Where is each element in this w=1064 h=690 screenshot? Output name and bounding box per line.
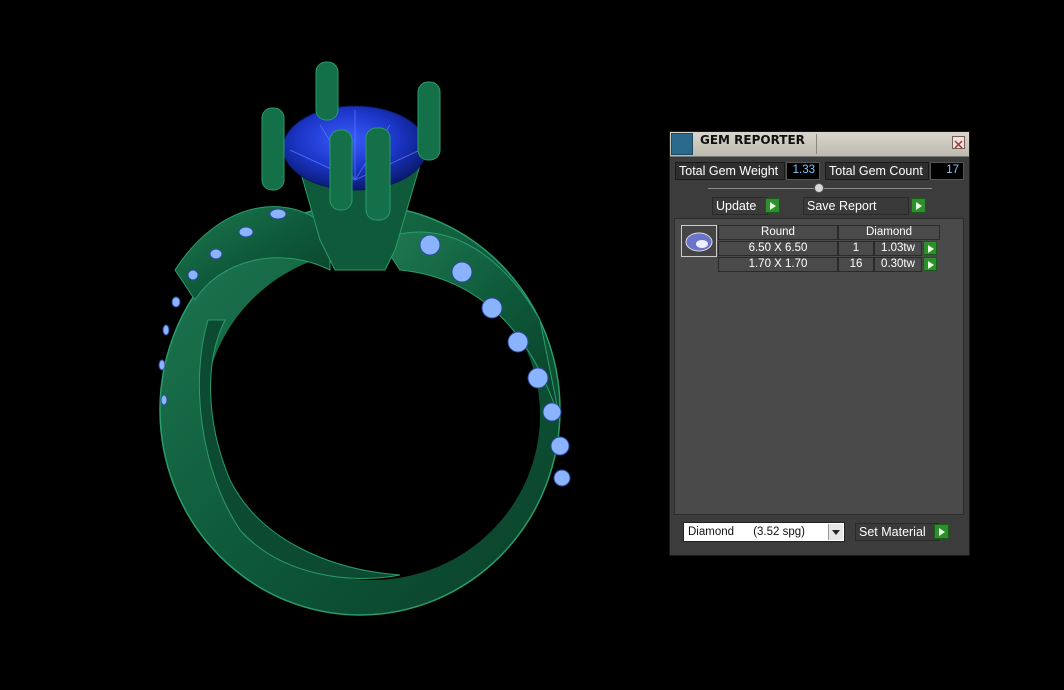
gem-reporter-app-icon	[671, 133, 693, 155]
total-gem-count-value: 17	[930, 162, 964, 180]
update-go-arrow-icon[interactable]	[765, 198, 780, 213]
set-material-button[interactable]: Set Material	[855, 523, 939, 541]
update-button[interactable]: Update	[712, 197, 768, 215]
gem-size-cell: 6.50 X 6.50	[718, 241, 838, 256]
title-separator	[816, 134, 817, 154]
save-report-button[interactable]: Save Report	[803, 197, 909, 215]
close-icon[interactable]	[952, 136, 965, 149]
gem-count-cell: 16	[838, 257, 874, 272]
material-select-value: Diamond (3.52 spg)	[688, 526, 805, 538]
prong	[417, 81, 441, 161]
gem-material-header: Diamond	[838, 225, 940, 240]
prong	[329, 129, 353, 211]
panel-titlebar[interactable]: GEM REPORTER	[670, 132, 969, 157]
row-go-arrow-icon[interactable]	[923, 241, 937, 255]
total-gem-weight-value: 1.33	[786, 162, 820, 180]
slider-knob[interactable]	[814, 183, 824, 193]
gem-size-cell: 1.70 X 1.70	[718, 257, 838, 272]
gem-weight-cell: 1.03tw	[874, 241, 922, 256]
gem-list[interactable]: Round Diamond 6.50 X 6.50 1 1.03tw 1.70 …	[674, 218, 964, 515]
material-select[interactable]: Diamond (3.52 spg)	[683, 522, 845, 542]
set-material-go-arrow-icon[interactable]	[934, 524, 949, 539]
prong	[365, 127, 391, 221]
total-gem-weight-label: Total Gem Weight	[675, 162, 785, 180]
gem-shape-header: Round	[718, 225, 838, 240]
gem-thumbnail-icon[interactable]	[681, 225, 717, 257]
gem-reporter-panel: GEM REPORTER Total Gem Weight 1.33 Total…	[669, 131, 970, 556]
panel-title: GEM REPORTER	[700, 133, 805, 147]
prong	[261, 107, 285, 191]
total-gem-count-label: Total Gem Count	[825, 162, 929, 180]
ring-model[interactable]	[158, 61, 571, 616]
row-go-arrow-icon[interactable]	[923, 257, 937, 271]
save-report-go-arrow-icon[interactable]	[911, 198, 926, 213]
dropdown-arrow-icon[interactable]	[828, 524, 843, 540]
gem-weight-cell: 0.30tw	[874, 257, 922, 272]
prong	[315, 61, 339, 121]
gem-count-cell: 1	[838, 241, 874, 256]
